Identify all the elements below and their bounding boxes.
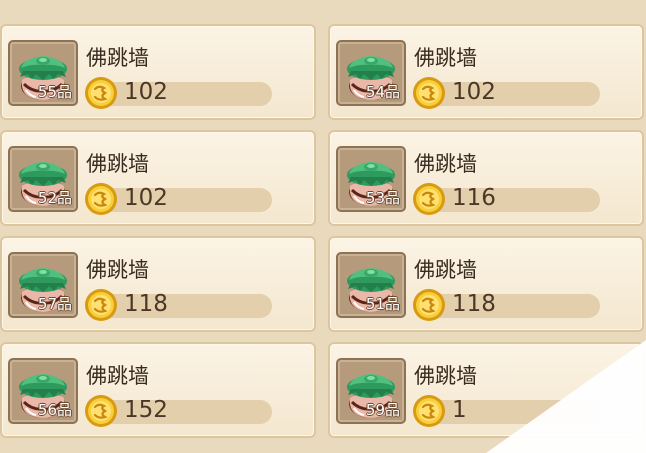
gold-coin-icon bbox=[84, 76, 118, 110]
item-card[interactable]: 53品 佛跳墙 116 bbox=[328, 130, 644, 226]
price-bar: 102 bbox=[85, 183, 272, 215]
item-thumbnail: 59品 bbox=[336, 358, 406, 424]
price-bar: 118 bbox=[85, 289, 272, 321]
gold-coin-icon bbox=[84, 182, 118, 216]
item-thumbnail: 57品 bbox=[8, 252, 78, 318]
item-price: 118 bbox=[124, 291, 168, 317]
item-grade: 52品 bbox=[37, 189, 72, 207]
item-price: 102 bbox=[452, 79, 496, 105]
item-name: 佛跳墙 bbox=[414, 152, 477, 176]
price-bar: 102 bbox=[413, 77, 600, 109]
item-name: 佛跳墙 bbox=[86, 364, 149, 388]
item-thumbnail: 55品 bbox=[8, 40, 78, 106]
gold-coin-icon bbox=[412, 182, 446, 216]
item-grid: 55品 佛跳墙 102 54品 佛跳墙 102 52品 佛跳墙 102 53品 … bbox=[0, 0, 646, 453]
item-thumbnail: 51品 bbox=[336, 252, 406, 318]
item-grade: 54品 bbox=[365, 83, 400, 101]
item-thumbnail: 53品 bbox=[336, 146, 406, 212]
item-name: 佛跳墙 bbox=[414, 46, 477, 70]
gold-coin-icon bbox=[84, 288, 118, 322]
item-grade: 51品 bbox=[365, 295, 400, 313]
gold-coin-icon bbox=[84, 394, 118, 428]
price-bar: 152 bbox=[85, 395, 272, 427]
item-name: 佛跳墙 bbox=[414, 364, 477, 388]
item-price: 152 bbox=[124, 397, 168, 423]
item-card[interactable]: 55品 佛跳墙 102 bbox=[0, 24, 316, 120]
item-card[interactable]: 56品 佛跳墙 152 bbox=[0, 342, 316, 438]
item-grade: 59品 bbox=[365, 401, 400, 419]
gold-coin-icon bbox=[412, 394, 446, 428]
item-name: 佛跳墙 bbox=[86, 46, 149, 70]
item-card[interactable]: 51品 佛跳墙 118 bbox=[328, 236, 644, 332]
item-thumbnail: 52品 bbox=[8, 146, 78, 212]
item-card[interactable]: 54品 佛跳墙 102 bbox=[328, 24, 644, 120]
item-thumbnail: 54品 bbox=[336, 40, 406, 106]
item-grade: 53品 bbox=[365, 189, 400, 207]
item-price: 1 bbox=[452, 397, 467, 423]
price-bar: 102 bbox=[85, 77, 272, 109]
item-grade: 55品 bbox=[37, 83, 72, 101]
item-price: 116 bbox=[452, 185, 496, 211]
item-grade: 57品 bbox=[37, 295, 72, 313]
item-grade: 56品 bbox=[37, 401, 72, 419]
item-name: 佛跳墙 bbox=[86, 258, 149, 282]
gold-coin-icon bbox=[412, 76, 446, 110]
item-price: 102 bbox=[124, 79, 168, 105]
item-name: 佛跳墙 bbox=[414, 258, 477, 282]
item-thumbnail: 56品 bbox=[8, 358, 78, 424]
item-price: 102 bbox=[124, 185, 168, 211]
item-name: 佛跳墙 bbox=[86, 152, 149, 176]
price-bar: 118 bbox=[413, 289, 600, 321]
gold-coin-icon bbox=[412, 288, 446, 322]
item-price: 118 bbox=[452, 291, 496, 317]
item-card[interactable]: 57品 佛跳墙 118 bbox=[0, 236, 316, 332]
price-bar: 116 bbox=[413, 183, 600, 215]
item-card[interactable]: 52品 佛跳墙 102 bbox=[0, 130, 316, 226]
